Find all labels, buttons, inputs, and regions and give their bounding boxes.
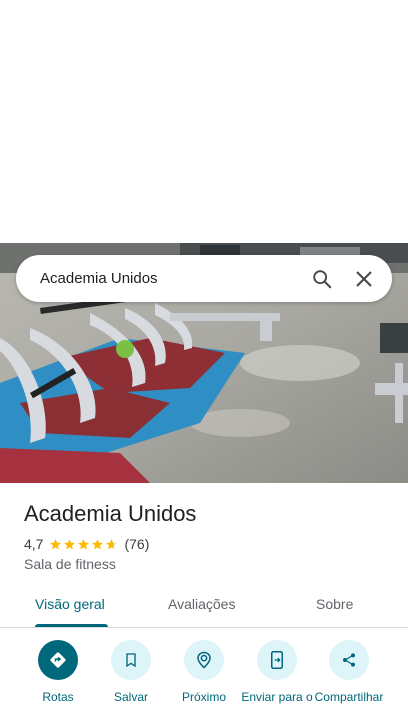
review-count[interactable]: (76)	[124, 536, 149, 552]
tab-overview[interactable]: Visão geral	[35, 596, 105, 612]
search-bar[interactable]: Academia Unidos	[16, 255, 392, 302]
tab-bar: Visão geral Avaliações Sobre	[0, 586, 408, 628]
tab-reviews[interactable]: Avaliações	[168, 596, 235, 612]
send-to-phone-label: Enviar para o	[241, 690, 313, 704]
action-bar: Rotas Salvar Próximo Enviar para o Compa…	[0, 640, 408, 726]
send-to-phone-icon	[257, 640, 297, 680]
share-label: Compartilhar	[314, 690, 384, 704]
search-input[interactable]: Academia Unidos	[40, 270, 302, 287]
star-rating	[49, 538, 119, 551]
save-button[interactable]: Salvar	[95, 640, 167, 704]
bookmark-icon	[111, 640, 151, 680]
star-icon	[50, 538, 62, 549]
send-to-phone-button[interactable]: Enviar para o	[241, 640, 313, 704]
share-button[interactable]: Compartilhar	[313, 640, 385, 704]
directions-icon	[38, 640, 78, 680]
search-icon[interactable]	[302, 259, 342, 299]
rating-value: 4,7	[24, 536, 44, 552]
directions-label: Rotas	[42, 690, 74, 704]
directions-button[interactable]: Rotas	[22, 640, 94, 704]
tab-active-indicator	[35, 624, 108, 627]
place-title: Academia Unidos	[24, 501, 197, 526]
place-category: Sala de fitness	[24, 556, 116, 572]
map-blank-area	[0, 0, 408, 243]
star-icon	[64, 538, 76, 549]
share-icon	[329, 640, 369, 680]
save-label: Salvar	[113, 690, 148, 704]
tab-about[interactable]: Sobre	[316, 596, 353, 612]
close-icon[interactable]	[344, 259, 384, 299]
nearby-button[interactable]: Próximo	[168, 640, 240, 704]
star-icon	[92, 538, 104, 549]
star-icon	[106, 538, 118, 549]
nearby-label: Próximo	[181, 690, 226, 704]
star-icon	[78, 538, 90, 549]
rating-row[interactable]: 4,7 (76)	[24, 536, 149, 552]
nearby-icon	[184, 640, 224, 680]
